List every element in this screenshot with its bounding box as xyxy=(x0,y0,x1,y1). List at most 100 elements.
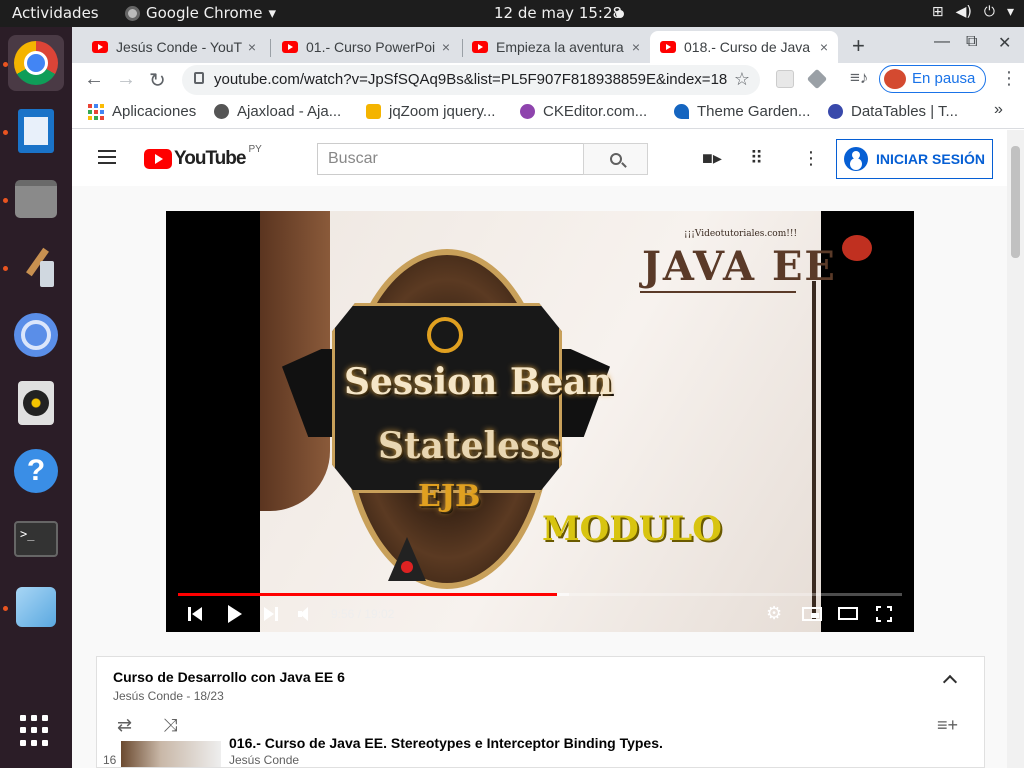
bookmark-label: jqZoom jquery... xyxy=(389,103,496,120)
playlist-item-thumbnail xyxy=(121,741,221,767)
jqzoom-icon xyxy=(366,104,381,119)
dock-paint[interactable] xyxy=(8,239,64,295)
chrome-menu-icon[interactable]: ⋮ xyxy=(1000,68,1018,89)
playlist-item-title: 016.- Curso de Java EE. Stereotypes e In… xyxy=(229,735,663,751)
settings-menu-icon[interactable]: ⋮ xyxy=(802,148,820,169)
create-video-icon[interactable]: ■▸ xyxy=(702,148,722,169)
dock-chromium[interactable] xyxy=(8,307,64,363)
profile-paused-button[interactable]: En pausa xyxy=(879,65,987,93)
time-display: 9:56 / 19:02 xyxy=(331,607,395,621)
dock-help[interactable]: ? xyxy=(8,443,64,499)
hamburger-menu-icon[interactable] xyxy=(98,150,116,164)
progress-bar[interactable] xyxy=(178,593,902,596)
theater-mode-icon[interactable] xyxy=(838,607,858,620)
dock-rhythmbox[interactable] xyxy=(8,375,64,431)
back-button[interactable]: ← xyxy=(84,68,104,91)
tab-curso-powerpoint[interactable]: 01.- Curso PowerPoint × xyxy=(272,31,460,63)
shuffle-icon[interactable]: ⤨ xyxy=(163,715,177,736)
close-icon[interactable]: × xyxy=(820,39,828,55)
dock-writer[interactable] xyxy=(8,103,64,159)
drupal-icon xyxy=(674,104,689,119)
bookmark-ckeditor[interactable]: CKEditor.com... xyxy=(520,103,647,120)
tab-label: Empieza la aventura xyxy=(496,39,624,55)
fullscreen-icon[interactable] xyxy=(876,606,892,622)
close-icon[interactable]: × xyxy=(632,39,640,55)
help-icon: ? xyxy=(14,449,58,493)
java-logo-icon xyxy=(427,317,463,353)
sign-in-button[interactable]: INICIAR SESIÓN xyxy=(836,139,993,179)
scrollbar-thumb[interactable] xyxy=(1011,146,1020,258)
playlist-item-channel: Jesús Conde xyxy=(229,753,300,767)
forward-button[interactable]: → xyxy=(116,68,136,91)
close-icon[interactable]: × xyxy=(248,39,256,55)
tab-empieza-aventura[interactable]: Empieza la aventura × xyxy=(462,31,650,63)
video-badge-text: EJB xyxy=(418,479,481,514)
volume-icon[interactable] xyxy=(298,607,312,621)
profile-status-label: En pausa xyxy=(912,70,976,87)
activities-button[interactable]: Actividades xyxy=(12,4,99,22)
bookmark-label: Theme Garden... xyxy=(697,103,811,120)
bookmarks-overflow-icon[interactable]: » xyxy=(994,101,1003,119)
extension-icon[interactable] xyxy=(776,70,794,88)
apps-grid-icon xyxy=(88,103,104,120)
previous-icon[interactable] xyxy=(188,607,202,621)
chrome-icon xyxy=(14,41,58,85)
youtube-page: YouTube PY Buscar ■▸ ⠿ ⋮ INICIAR SESIÓN … xyxy=(72,130,1007,768)
close-icon[interactable]: × xyxy=(442,39,450,55)
maximize-button[interactable]: ⧉ xyxy=(966,33,977,51)
chevron-down-icon: ▾ xyxy=(1006,4,1014,20)
search-input[interactable]: Buscar xyxy=(317,143,584,175)
app-menu-label: Google Chrome xyxy=(146,4,263,22)
reload-button[interactable]: ↻ xyxy=(149,68,166,93)
search-button[interactable] xyxy=(583,143,648,175)
video-player[interactable]: Session Bean Stateless EJB MODULO ¡¡¡Vid… xyxy=(166,211,914,632)
system-menu[interactable]: ⊞ ◀) ⏻ ▾ xyxy=(932,4,1014,20)
loop-icon[interactable]: ⇄ xyxy=(117,715,132,736)
miniplayer-icon[interactable] xyxy=(802,607,822,621)
new-tab-button[interactable]: + xyxy=(852,33,865,59)
close-window-button[interactable]: ✕ xyxy=(998,33,1011,53)
dock-software[interactable] xyxy=(8,579,64,635)
bookmark-star-icon[interactable]: ☆ xyxy=(734,69,750,90)
sign-in-label: INICIAR SESIÓN xyxy=(876,151,985,167)
bookmark-theme-garden[interactable]: Theme Garden... xyxy=(674,103,810,120)
chevron-down-icon: ▾ xyxy=(268,4,277,22)
dock-terminal[interactable]: >_ xyxy=(8,511,64,567)
tab-curso-java-ee[interactable]: 018.- Curso de Java EE × xyxy=(650,31,838,63)
youtube-favicon-icon xyxy=(92,41,108,53)
tab-jesus-conde[interactable]: Jesús Conde - YouTube × xyxy=(82,31,266,63)
chevron-up-icon[interactable] xyxy=(942,674,958,690)
duke-nose xyxy=(401,561,413,573)
channel-watermark-icon[interactable] xyxy=(842,235,872,261)
bookmark-datatables[interactable]: DataTables | T... xyxy=(828,103,958,120)
address-bar[interactable]: youtube.com/watch?v=JpSfSQAq9Bs&list=PL5… xyxy=(182,65,760,95)
datatables-icon xyxy=(828,104,843,119)
dock-chrome[interactable] xyxy=(8,35,64,91)
bookmark-label: Ajaxload - Aja... xyxy=(237,103,342,120)
playlist-item[interactable]: 16 016.- Curso de Java EE. Stereotypes e… xyxy=(97,735,984,767)
next-icon[interactable] xyxy=(264,607,278,621)
page-scrollbar[interactable] xyxy=(1007,130,1024,768)
playlist-title[interactable]: Curso de Desarrollo con Java EE 6 xyxy=(113,669,345,685)
url-text: youtube.com/watch?v=JpSfSQAq9Bs&list=PL5… xyxy=(214,71,728,88)
apps-icon[interactable]: ⠿ xyxy=(750,148,763,169)
bookmark-ajaxload[interactable]: Ajaxload - Aja... xyxy=(214,103,341,120)
ckeditor-icon xyxy=(520,104,535,119)
youtube-logo[interactable]: YouTube PY xyxy=(144,144,262,170)
clock[interactable]: 12 de may 15:28 xyxy=(494,4,622,22)
save-playlist-icon[interactable]: ≡+ xyxy=(937,715,958,736)
app-menu[interactable]: Google Chrome ▾ xyxy=(125,4,276,22)
play-icon[interactable] xyxy=(228,605,242,623)
dock-files[interactable] xyxy=(8,171,64,227)
app-grid-icon[interactable] xyxy=(20,715,52,747)
minimize-button[interactable]: — xyxy=(934,33,950,51)
network-icon: ⊞ xyxy=(931,4,944,20)
youtube-favicon-icon xyxy=(472,41,488,53)
media-control-icon[interactable]: ≡♪ xyxy=(850,68,868,88)
bookmark-apps[interactable]: Aplicaciones xyxy=(88,103,196,120)
country-code: PY xyxy=(248,143,262,155)
settings-gear-icon[interactable]: ⚙ xyxy=(766,603,782,624)
power-icon: ⏻ xyxy=(983,4,995,20)
extension-cube-icon[interactable] xyxy=(806,68,828,90)
bookmark-jqzoom[interactable]: jqZoom jquery... xyxy=(366,103,495,120)
